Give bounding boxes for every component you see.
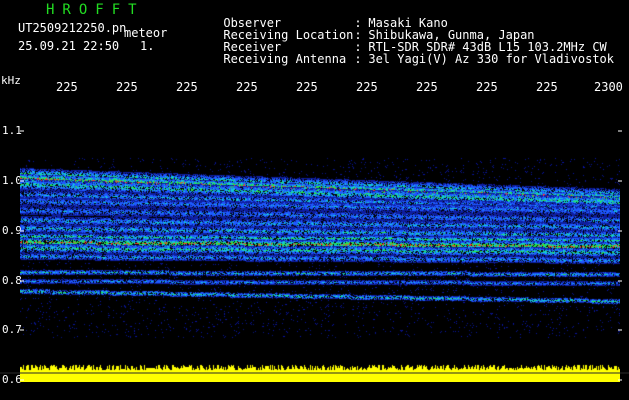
- time-tick-label: 225: [296, 80, 318, 94]
- info-value: 3el Yagi(V) Az 330 for Vladivostok: [368, 52, 614, 66]
- frequency-tick-label: 0.8: [2, 274, 22, 287]
- time-tick-label: 225: [476, 80, 498, 94]
- mode-label: meteor: [124, 26, 168, 40]
- info-separator: :: [354, 52, 362, 66]
- time-tick-label: 225: [356, 80, 378, 94]
- frequency-tick-label: 1.1: [2, 124, 22, 137]
- time-tick-label: 225: [176, 80, 198, 94]
- frequency-tick-label: 0.7: [2, 323, 22, 336]
- info-label: Receiving Antenna: [223, 52, 347, 66]
- frequency-tick-label: 1.0: [2, 174, 22, 187]
- frequency-unit-label: kHz: [1, 74, 21, 87]
- time-tick-label: 2300: [594, 80, 623, 94]
- frequency-tick-label: 0.9: [2, 224, 22, 237]
- time-tick-label: 225: [236, 80, 258, 94]
- time-tick-label: 225: [116, 80, 138, 94]
- time-tick-label: 225: [56, 80, 78, 94]
- app-title: HROFFT: [46, 2, 145, 18]
- file-name: UT2509212250.pn: [18, 21, 127, 35]
- date-time: 25.09.21 22:50: [18, 39, 120, 53]
- frequency-tick-label: 0.6: [2, 373, 22, 386]
- frame-number: 1.: [140, 39, 155, 53]
- time-tick-label: 225: [536, 80, 558, 94]
- time-tick-label: 225: [416, 80, 438, 94]
- spectrogram-canvas: [20, 98, 620, 382]
- info-row-antenna: Receiving Antenna:3el Yagi(V) Az 330 for…: [180, 41, 614, 77]
